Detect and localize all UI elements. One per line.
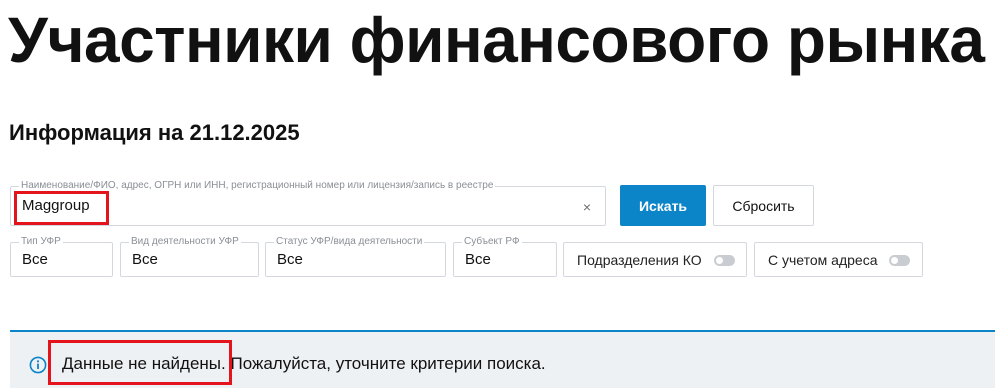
search-input[interactable]: Maggroup bbox=[22, 197, 90, 214]
alert-text-not-found: Данные не найдены. bbox=[62, 354, 226, 373]
clear-icon[interactable]: × bbox=[583, 199, 591, 215]
toggle-switch[interactable] bbox=[889, 255, 910, 266]
toggle-switch[interactable] bbox=[714, 255, 735, 266]
filter-value: Все bbox=[277, 251, 303, 268]
filter-value: Все bbox=[132, 251, 158, 268]
filter-region[interactable]: Субъект РФ Все bbox=[453, 235, 557, 277]
toggle-knob bbox=[891, 257, 898, 264]
info-date-heading: Информация на 21.12.2025 bbox=[9, 120, 300, 145]
filter-activity-type[interactable]: Вид деятельности УФР Все bbox=[120, 235, 259, 277]
reset-button[interactable]: Сбросить bbox=[713, 185, 814, 226]
toggle-branches-ko[interactable]: Подразделения КО bbox=[563, 242, 747, 277]
filter-label: Вид деятельности УФР bbox=[129, 235, 241, 249]
alert-text: Данные не найдены. Пожалуйста, уточните … bbox=[62, 354, 546, 374]
filter-label: Статус УФР/вида деятельности bbox=[274, 235, 425, 249]
toggle-label: С учетом адреса bbox=[768, 252, 878, 268]
filter-ufr-type[interactable]: Тип УФР Все bbox=[10, 235, 113, 277]
toggle-label: Подразделения КО bbox=[577, 252, 702, 268]
toggle-knob bbox=[716, 257, 723, 264]
page-title: Участники финансового рынка bbox=[8, 4, 985, 76]
toggle-with-address[interactable]: С учетом адреса bbox=[754, 242, 923, 277]
alert-text-hint: Пожалуйста, уточните критерии поиска. bbox=[225, 354, 546, 373]
search-field-label: Наименование/ФИО, адрес, ОГРН или ИНН, р… bbox=[19, 179, 496, 193]
filter-label: Тип УФР bbox=[19, 235, 63, 249]
search-field[interactable]: Наименование/ФИО, адрес, ОГРН или ИНН, р… bbox=[10, 179, 606, 226]
filter-label: Субъект РФ bbox=[462, 235, 522, 249]
search-button[interactable]: Искать bbox=[620, 185, 706, 226]
info-icon bbox=[29, 356, 47, 374]
filter-value: Все bbox=[22, 251, 48, 268]
filter-value: Все bbox=[465, 251, 491, 268]
filter-status[interactable]: Статус УФР/вида деятельности Все bbox=[265, 235, 446, 277]
no-results-alert: Данные не найдены. Пожалуйста, уточните … bbox=[10, 330, 995, 388]
